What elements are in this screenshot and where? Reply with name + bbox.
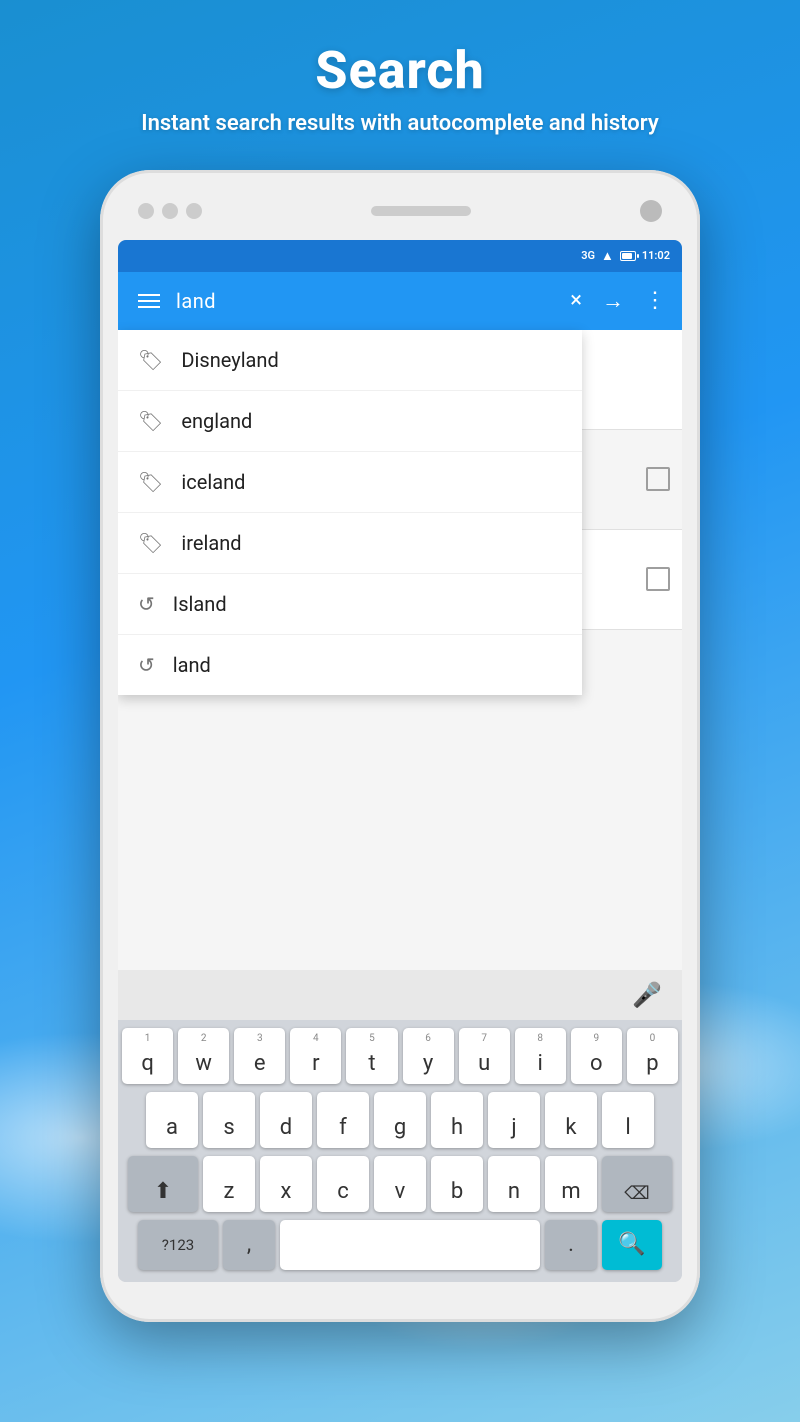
battery-icon: [620, 248, 636, 263]
phone-dots: [138, 203, 202, 219]
screen-content: 🏷 Disneyland 🏷 england 🏷 iceland 🏷 irela…: [118, 330, 682, 970]
key-d[interactable]: d: [260, 1092, 312, 1148]
key-c[interactable]: c: [317, 1156, 369, 1212]
more-options-icon[interactable]: ⋮: [644, 288, 666, 313]
checkbox[interactable]: [646, 567, 670, 591]
autocomplete-item-iceland[interactable]: 🏷 iceland: [118, 452, 582, 513]
phone-speaker: [371, 206, 471, 216]
key-h[interactable]: h: [431, 1092, 483, 1148]
network-indicator: 3G: [581, 249, 595, 262]
folder-icon: 🏷: [138, 470, 163, 494]
key-j[interactable]: j: [488, 1092, 540, 1148]
autocomplete-dropdown: 🏷 Disneyland 🏷 england 🏷 iceland 🏷 irela…: [118, 330, 582, 695]
autocomplete-item-england[interactable]: 🏷 england: [118, 391, 582, 452]
shift-key[interactable]: ⬆: [128, 1156, 198, 1212]
autocomplete-label: iceland: [181, 470, 245, 494]
key-l[interactable]: l: [602, 1092, 654, 1148]
key-e[interactable]: 3e: [234, 1028, 285, 1084]
key-p[interactable]: 0p: [627, 1028, 678, 1084]
phone-dot: [138, 203, 154, 219]
key-x[interactable]: x: [260, 1156, 312, 1212]
clear-icon[interactable]: ×: [570, 288, 582, 313]
autocomplete-label: ireland: [181, 531, 241, 555]
keyboard-row-1: 1q 2w 3e 4r 5t 6y 7u 8i 9o 0p: [122, 1028, 678, 1084]
phone-mockup: 3G ▲ 11:02 land × → ⋮: [100, 170, 700, 1322]
key-r[interactable]: 4r: [290, 1028, 341, 1084]
go-icon[interactable]: →: [602, 288, 624, 314]
keyboard-row-3: ⬆ z x c v b n m ⌫: [122, 1156, 678, 1212]
comma-key[interactable]: ,: [223, 1220, 275, 1270]
autocomplete-label: Disneyland: [181, 348, 278, 372]
clock: 11:02: [642, 249, 670, 262]
app-bar: land × → ⋮: [118, 272, 682, 330]
autocomplete-label: Island: [173, 592, 227, 616]
search-key[interactable]: 🔍: [602, 1220, 662, 1270]
key-a[interactable]: a: [146, 1092, 198, 1148]
page-title: Search: [60, 40, 740, 101]
keyboard-top-row: 🎤: [118, 970, 682, 1020]
folder-icon: 🏷: [138, 348, 163, 372]
signal-icon: ▲: [601, 248, 614, 264]
key-f[interactable]: f: [317, 1092, 369, 1148]
folder-icon: 🏷: [138, 531, 163, 555]
space-key[interactable]: [280, 1220, 540, 1270]
period-key[interactable]: .: [545, 1220, 597, 1270]
phone-dot: [162, 203, 178, 219]
key-v[interactable]: v: [374, 1156, 426, 1212]
key-y[interactable]: 6y: [403, 1028, 454, 1084]
key-z[interactable]: z: [203, 1156, 255, 1212]
key-w[interactable]: 2w: [178, 1028, 229, 1084]
key-g[interactable]: g: [374, 1092, 426, 1148]
key-b[interactable]: b: [431, 1156, 483, 1212]
numeric-key[interactable]: ?123: [138, 1220, 218, 1270]
history-icon: ↺: [138, 653, 155, 677]
key-k[interactable]: k: [545, 1092, 597, 1148]
autocomplete-item-island[interactable]: ↺ Island: [118, 574, 582, 635]
folder-icon: 🏷: [138, 409, 163, 433]
keyboard-bottom-row: ?123 , . 🔍: [122, 1220, 678, 1270]
checkbox[interactable]: [646, 467, 670, 491]
menu-button[interactable]: [134, 290, 164, 312]
key-q[interactable]: 1q: [122, 1028, 173, 1084]
phone-camera: [640, 200, 662, 222]
key-t[interactable]: 5t: [346, 1028, 397, 1084]
status-bar: 3G ▲ 11:02: [118, 240, 682, 272]
autocomplete-label: land: [173, 653, 211, 677]
autocomplete-item-ireland[interactable]: 🏷 ireland: [118, 513, 582, 574]
key-m[interactable]: m: [545, 1156, 597, 1212]
phone-dot: [186, 203, 202, 219]
microphone-icon[interactable]: 🎤: [632, 981, 662, 1009]
phone-top-bar: [118, 200, 682, 240]
keyboard-rows: 1q 2w 3e 4r 5t 6y 7u 8i 9o 0p a s d f: [118, 1020, 682, 1282]
keyboard-row-2: a s d f g h j k l: [122, 1092, 678, 1148]
search-input[interactable]: land: [176, 289, 558, 313]
key-s[interactable]: s: [203, 1092, 255, 1148]
key-n[interactable]: n: [488, 1156, 540, 1212]
autocomplete-item-land[interactable]: ↺ land: [118, 635, 582, 695]
history-icon: ↺: [138, 592, 155, 616]
app-bar-actions: × → ⋮: [570, 288, 666, 314]
delete-key[interactable]: ⌫: [602, 1156, 672, 1212]
keyboard: 🎤 1q 2w 3e 4r 5t 6y 7u 8i 9o 0p: [118, 970, 682, 1282]
phone-screen: 3G ▲ 11:02 land × → ⋮: [118, 240, 682, 1282]
key-i[interactable]: 8i: [515, 1028, 566, 1084]
key-o[interactable]: 9o: [571, 1028, 622, 1084]
key-u[interactable]: 7u: [459, 1028, 510, 1084]
autocomplete-label: england: [181, 409, 252, 433]
page-subtitle: Instant search results with autocomplete…: [60, 109, 740, 140]
autocomplete-item-disneyland[interactable]: 🏷 Disneyland: [118, 330, 582, 391]
